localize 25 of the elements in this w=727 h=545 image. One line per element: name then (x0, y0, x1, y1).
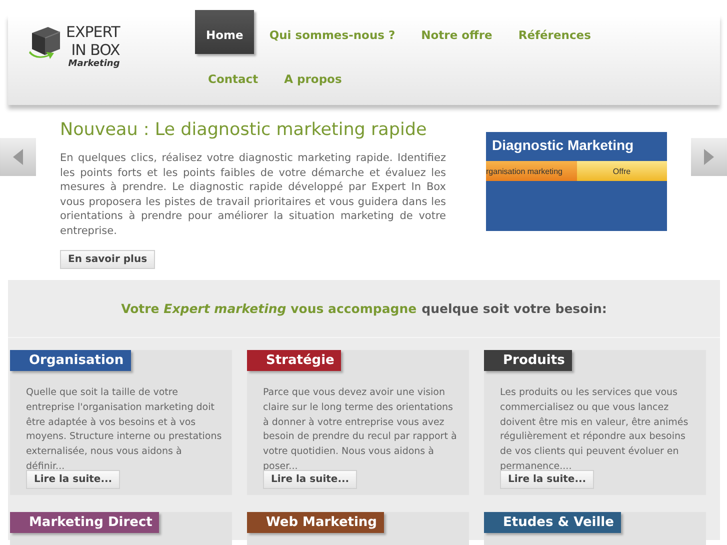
read-more-button[interactable]: Lire la suite... (263, 470, 358, 489)
slide-text: En quelques clics, réalisez votre diagnostic marketing rapide. Identifiez les points forts et les points faibles de votre démarche et évaluez les mesures à prendre. Le diagnostic rapide développé par Expert In Box vous proposera les pistes de travail prioritaires et vous guidera dans les orientations à prendre pour améliorer la situation marketing de votre entreprise. (60, 151, 446, 238)
nav-link[interactable]: Home (195, 10, 254, 54)
card-title: Web Marketing (247, 512, 384, 533)
slide-title: Nouveau : Le diagnostic marketing rapide (60, 120, 428, 140)
right-arrow-icon (704, 149, 714, 165)
previous-slide-button[interactable] (0, 138, 36, 176)
logo-text: EXPERT (66, 23, 120, 41)
card-title: Organisation (10, 350, 131, 371)
tagline-text: quelque soit votre besoin: (422, 301, 607, 316)
logo-tagline: Marketing (68, 59, 120, 69)
card-title: Produits (484, 350, 572, 371)
next-slide-button[interactable] (691, 138, 727, 176)
card-title: Marketing Direct (10, 512, 160, 533)
banner-step: Offre (576, 161, 667, 181)
read-more-button[interactable]: En savoir plus (60, 250, 156, 269)
banner-title: Diagnostic Marketing (491, 136, 635, 155)
read-more-button[interactable]: Lire la suite... (500, 470, 594, 489)
logo-text: IN BOX (71, 41, 120, 59)
read-more-button[interactable]: Lire la suite... (26, 470, 120, 489)
tagline-text: Votre Expert marketing vous accompagne (121, 301, 417, 316)
banner-step: rganisation marketing (486, 161, 576, 181)
card-title: Etudes & Veille (484, 512, 621, 533)
card-title: Stratégie (247, 350, 342, 371)
left-arrow-icon (13, 149, 23, 165)
